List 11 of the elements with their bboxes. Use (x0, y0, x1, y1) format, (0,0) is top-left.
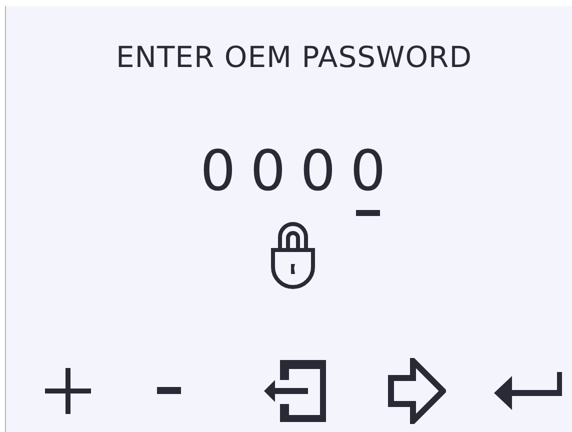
plus-icon (45, 368, 91, 414)
enter-icon (494, 372, 562, 410)
password-digit: 0 (200, 144, 236, 200)
minus-icon (157, 387, 181, 395)
password-digit: 0 (300, 144, 336, 200)
password-digit: 0 (350, 144, 386, 200)
password-digit: 0 (250, 144, 286, 200)
exit-icon (264, 360, 326, 422)
exit-button[interactable] (262, 358, 328, 424)
arrow-right-icon (388, 358, 446, 424)
screen-title: ENTER OEM PASSWORD (116, 40, 472, 74)
